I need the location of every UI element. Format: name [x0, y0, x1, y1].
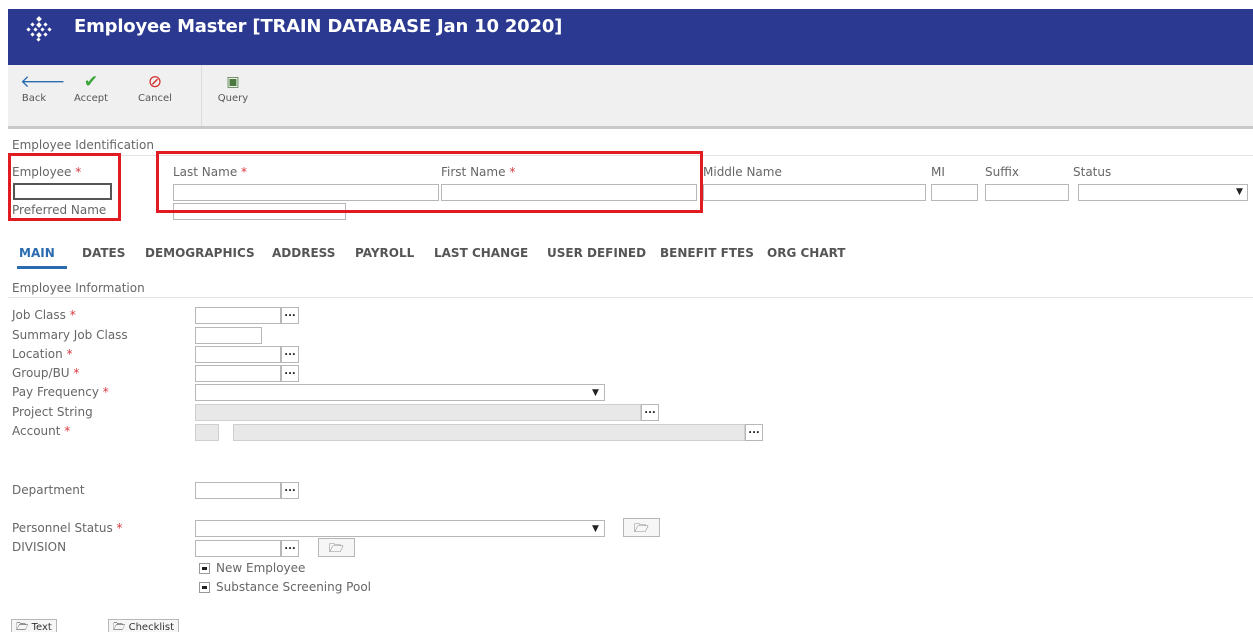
checkmark-icon: ✔ — [83, 72, 99, 92]
tab-user-defined[interactable]: USER DEFINED — [547, 246, 646, 260]
open-folder-icon: 🗁 — [113, 622, 126, 632]
back-label: Back — [21, 93, 47, 104]
section-title-identification: Employee Identification — [12, 138, 154, 152]
active-tab-indicator — [17, 266, 67, 269]
location-label: Location * — [12, 347, 73, 361]
location-input[interactable] — [195, 346, 281, 363]
middle-name-label: Middle Name — [703, 165, 782, 179]
new-employee-label: New Employee — [216, 561, 306, 575]
tab-benefit-ftes[interactable]: BENEFIT FTES — [660, 246, 754, 260]
chevron-down-icon: ▼ — [1236, 187, 1243, 197]
department-label: Department — [12, 483, 85, 497]
toolbar-separator — [201, 65, 202, 126]
query-icon: ▣ — [226, 74, 240, 90]
job-class-lookup-button[interactable]: ... — [281, 307, 299, 324]
accept-button[interactable]: ✔ Accept — [70, 71, 112, 104]
new-employee-checkbox[interactable] — [199, 563, 210, 574]
pay-frequency-label: Pay Frequency * — [12, 385, 109, 399]
cancel-button[interactable]: ⊘ Cancel — [134, 71, 176, 104]
back-button[interactable]: 🡐 Back — [20, 71, 66, 104]
division-lookup-button[interactable]: ... — [281, 540, 299, 557]
open-folder-icon[interactable]: 🗁 — [623, 518, 660, 537]
query-button[interactable]: ▣ Query — [215, 71, 251, 104]
required-mark: * — [69, 308, 76, 322]
department-lookup-button[interactable]: ... — [281, 482, 299, 499]
substance-screening-checkbox[interactable] — [199, 582, 210, 593]
highlight-box-employee — [8, 153, 121, 221]
summary-job-class-input[interactable] — [195, 327, 262, 344]
chevron-down-icon: ▼ — [592, 524, 599, 534]
group-bu-label: Group/BU * — [12, 366, 79, 380]
account-label: Account * — [12, 424, 70, 438]
location-label-text: Location — [12, 347, 63, 361]
mi-label: MI — [931, 165, 945, 179]
personnel-status-select[interactable] — [195, 520, 605, 537]
account-prefix-input[interactable] — [195, 424, 219, 441]
personnel-status-label: Personnel Status * — [12, 521, 123, 535]
division-label: DIVISION — [12, 540, 67, 554]
tab-org-chart[interactable]: ORG CHART — [767, 246, 846, 260]
account-lookup-button[interactable]: ... — [745, 424, 763, 441]
job-class-label-text: Job Class — [12, 308, 66, 322]
chevron-down-icon: ▼ — [592, 388, 599, 398]
required-mark: * — [66, 347, 73, 361]
open-folder-icon: 🗁 — [16, 622, 29, 632]
cancel-icon: ⊘ — [147, 72, 163, 92]
tab-demographics[interactable]: DEMOGRAPHICS — [145, 246, 255, 260]
section-divider — [8, 297, 1253, 298]
pay-frequency-label-text: Pay Frequency — [12, 385, 99, 399]
mi-input[interactable] — [931, 184, 978, 201]
back-arrow-icon: 🡐 — [20, 72, 66, 92]
group-bu-lookup-button[interactable]: ... — [281, 365, 299, 382]
status-select[interactable] — [1078, 184, 1248, 201]
account-input[interactable] — [233, 424, 745, 441]
project-string-input[interactable] — [195, 404, 641, 421]
checklist-button[interactable]: 🗁 Checklist — [108, 619, 180, 632]
tab-last-change[interactable]: LAST CHANGE — [434, 246, 528, 260]
required-mark: * — [116, 521, 123, 535]
status-label: Status — [1073, 165, 1112, 179]
highlight-box-names — [156, 151, 703, 213]
project-string-label: Project String — [12, 405, 93, 419]
account-label-text: Account — [12, 424, 61, 438]
tab-address[interactable]: ADDRESS — [272, 246, 335, 260]
tab-main[interactable]: MAIN — [19, 246, 55, 260]
app-logo-icon — [25, 15, 53, 43]
required-mark: * — [64, 424, 71, 438]
suffix-label: Suffix — [985, 165, 1019, 179]
group-bu-label-text: Group/BU — [12, 366, 70, 380]
division-input[interactable] — [195, 540, 281, 557]
accept-label: Accept — [73, 93, 109, 104]
job-class-input[interactable] — [195, 307, 281, 324]
tab-payroll[interactable]: PAYROLL — [355, 246, 414, 260]
open-folder-icon[interactable]: 🗁 — [318, 538, 355, 557]
suffix-input[interactable] — [985, 184, 1069, 201]
project-string-lookup-button[interactable]: ... — [641, 404, 659, 421]
middle-name-input[interactable] — [703, 184, 926, 201]
job-class-label: Job Class * — [12, 308, 76, 322]
summary-job-class-label: Summary Job Class — [12, 328, 128, 342]
text-button-label: Text — [31, 622, 52, 632]
personnel-status-label-text: Personnel Status — [12, 521, 113, 535]
cancel-label: Cancel — [138, 93, 172, 104]
toolbar: 🡐 Back ✔ Accept ⊘ Cancel ▣ Query — [8, 65, 1253, 129]
text-button[interactable]: 🗁 Text — [11, 619, 57, 632]
required-mark: * — [102, 385, 109, 399]
department-input[interactable] — [195, 482, 281, 499]
tab-dates[interactable]: DATES — [82, 246, 125, 260]
checklist-button-label: Checklist — [128, 622, 175, 632]
section-title-employee-info: Employee Information — [12, 281, 145, 295]
location-lookup-button[interactable]: ... — [281, 346, 299, 363]
required-mark: * — [73, 366, 80, 380]
pay-frequency-select[interactable] — [195, 384, 605, 401]
query-label: Query — [217, 93, 249, 104]
substance-screening-label: Substance Screening Pool — [216, 580, 372, 594]
window-title: Employee Master [TRAIN DATABASE Jan 10 2… — [74, 16, 563, 37]
group-bu-input[interactable] — [195, 365, 281, 382]
